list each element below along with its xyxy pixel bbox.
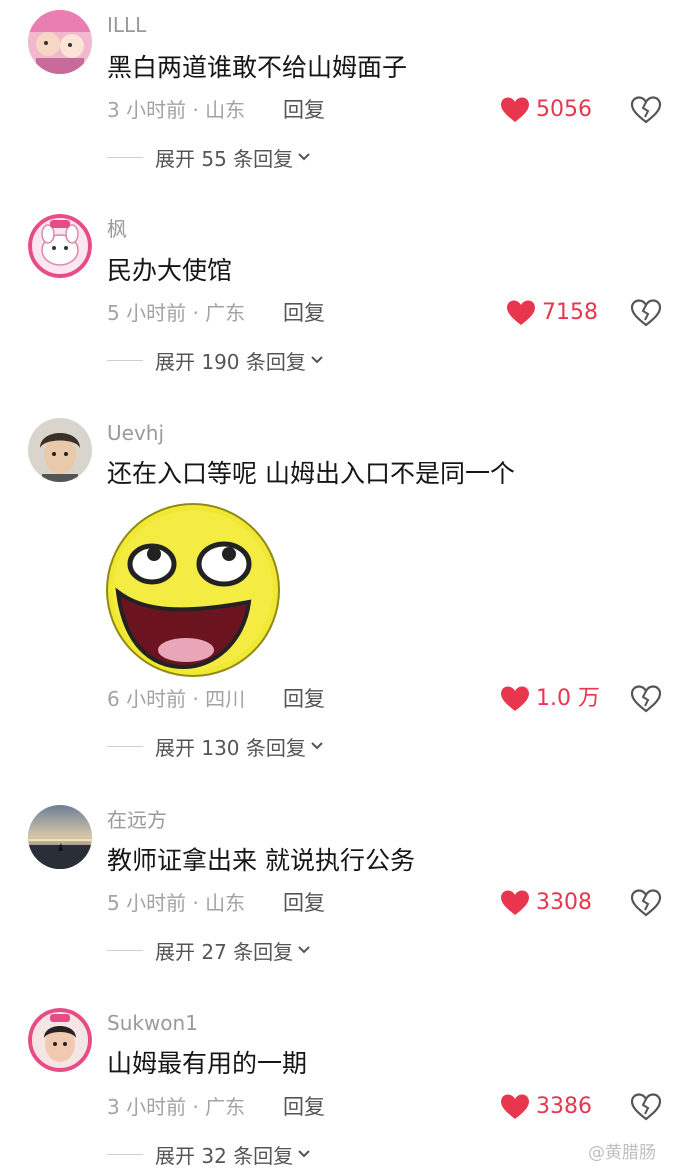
avatar-image (28, 10, 92, 74)
comment-text: 黑白两道谁敢不给山姆面子 (107, 53, 408, 82)
reply-button[interactable]: 回复 (283, 889, 325, 917)
expand-replies-label: 展开 190 条回复 (155, 349, 306, 374)
awesome-face-sticker (104, 502, 282, 678)
expand-replies-button[interactable]: 展开 55 条回复 (107, 142, 311, 172)
reply-button[interactable]: 回复 (283, 96, 325, 124)
avatar[interactable] (28, 1008, 92, 1072)
comment-text: 教师证拿出来 就说执行公务 (107, 846, 415, 875)
broken-heart-icon (630, 685, 662, 713)
timestamp-location: 5 小时前 · 山东 (107, 891, 246, 915)
expand-replies-label: 展开 55 条回复 (155, 146, 294, 171)
chevron-down-icon (311, 356, 323, 364)
timestamp-location: 5 小时前 · 广东 (107, 301, 246, 325)
divider-line (107, 745, 143, 747)
heart-filled-icon (501, 890, 529, 915)
divider-line (107, 359, 143, 361)
username[interactable]: Uevhj (107, 420, 164, 446)
expand-replies-button[interactable]: 展开 190 条回复 (107, 345, 324, 375)
expand-replies-button[interactable]: 展开 32 条回复 (107, 1139, 311, 1169)
comment-text: 山姆最有用的一期 (107, 1049, 308, 1078)
avatar[interactable] (28, 805, 92, 869)
timestamp-location: 3 小时前 · 山东 (107, 98, 246, 122)
sticker-image[interactable] (104, 502, 282, 678)
like-button[interactable]: 5056 (500, 95, 592, 125)
chevron-down-icon (298, 1150, 310, 1158)
username[interactable]: 枫 (107, 216, 127, 242)
timestamp-location: 3 小时前 · 广东 (107, 1095, 246, 1119)
expand-replies-button[interactable]: 展开 27 条回复 (107, 935, 311, 965)
avatar-image (28, 805, 92, 869)
heart-filled-icon (501, 686, 529, 711)
chevron-down-icon (311, 742, 323, 750)
divider-line (107, 1153, 143, 1155)
heart-filled-icon (501, 1094, 529, 1119)
watermark: @黄腊肠 (588, 1143, 656, 1163)
expand-replies-label: 展开 32 条回复 (155, 1143, 294, 1168)
avatar-image (28, 214, 92, 278)
like-button[interactable]: 1.0 万 (500, 684, 600, 714)
reply-button[interactable]: 回复 (283, 1093, 325, 1121)
username[interactable]: Sukwon1 (107, 1010, 198, 1036)
comment-text: 还在入口等呢 山姆出入口不是同一个 (107, 459, 515, 488)
dislike-button[interactable] (630, 1092, 662, 1122)
username[interactable]: 在远方 (107, 807, 167, 833)
divider-line (107, 949, 143, 951)
like-button[interactable]: 3386 (500, 1092, 592, 1122)
like-count: 7158 (542, 300, 598, 325)
broken-heart-icon (630, 1093, 662, 1121)
chevron-down-icon (298, 153, 310, 161)
avatar[interactable] (28, 10, 92, 74)
username[interactable]: ILLL (107, 12, 146, 38)
avatar-image (28, 1008, 92, 1072)
dislike-button[interactable] (630, 298, 662, 328)
like-count: 1.0 万 (536, 686, 600, 711)
dislike-button[interactable] (630, 95, 662, 125)
avatar-image (28, 418, 92, 482)
divider-line (107, 156, 143, 158)
chevron-down-icon (298, 946, 310, 954)
heart-filled-icon (507, 300, 535, 325)
reply-button[interactable]: 回复 (283, 685, 325, 713)
avatar[interactable] (28, 214, 92, 278)
broken-heart-icon (630, 889, 662, 917)
heart-filled-icon (501, 97, 529, 122)
like-button[interactable]: 3308 (500, 888, 592, 918)
expand-replies-button[interactable]: 展开 130 条回复 (107, 731, 324, 761)
broken-heart-icon (630, 299, 662, 327)
expand-replies-label: 展开 130 条回复 (155, 735, 306, 760)
comment-text: 民办大使馆 (107, 256, 233, 285)
broken-heart-icon (630, 96, 662, 124)
like-count: 3308 (536, 890, 592, 915)
like-count: 3386 (536, 1094, 592, 1119)
like-button[interactable]: 7158 (506, 298, 598, 328)
like-count: 5056 (536, 97, 592, 122)
timestamp-location: 6 小时前 · 四川 (107, 687, 246, 711)
dislike-button[interactable] (630, 888, 662, 918)
dislike-button[interactable] (630, 684, 662, 714)
reply-button[interactable]: 回复 (283, 299, 325, 327)
expand-replies-label: 展开 27 条回复 (155, 939, 294, 964)
avatar[interactable] (28, 418, 92, 482)
